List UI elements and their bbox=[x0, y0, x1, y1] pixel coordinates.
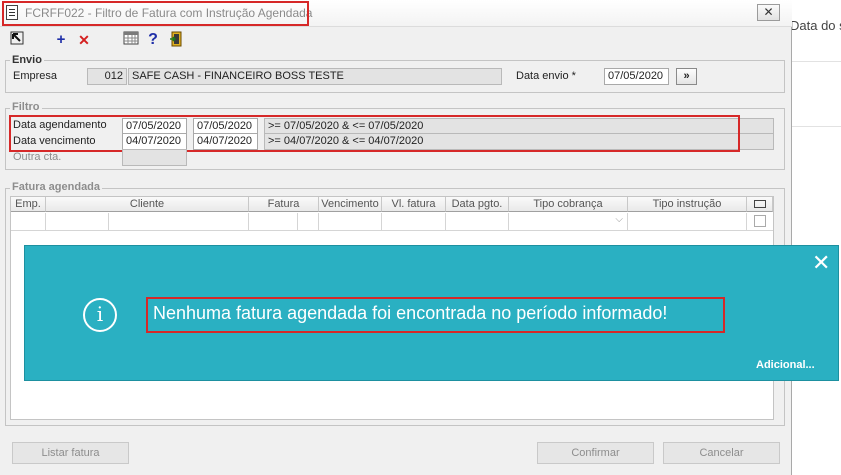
column-header-tipo-cobranca[interactable]: Tipo cobrança bbox=[509, 197, 628, 212]
grid-cell-cliente-code[interactable] bbox=[46, 213, 109, 231]
title-bar[interactable]: FCRFF022 - Filtro de Fatura com Instruçã… bbox=[0, 0, 792, 27]
cursor-icon[interactable] bbox=[8, 31, 26, 49]
grid-cell-tipo-instrucao[interactable] bbox=[628, 213, 747, 231]
column-header-cliente[interactable]: Cliente bbox=[46, 197, 249, 212]
envio-group-label: Envio bbox=[10, 54, 44, 66]
data-envio-label: Data envio * bbox=[516, 70, 576, 82]
column-header-vencimento[interactable]: Vencimento bbox=[319, 197, 382, 212]
delete-icon[interactable]: ✕ bbox=[75, 31, 93, 49]
help-icon[interactable]: ? bbox=[144, 31, 162, 49]
chevron-down-icon[interactable]: ⌵ bbox=[615, 214, 623, 225]
filter-highlight-box bbox=[9, 115, 740, 152]
grid-cell-data-pgto[interactable] bbox=[446, 213, 509, 231]
outra-cta-label: Outra cta. bbox=[13, 151, 62, 163]
empresa-code-field: 012 bbox=[87, 68, 127, 85]
background-divider bbox=[792, 126, 841, 127]
close-icon[interactable]: ✕ bbox=[812, 252, 830, 274]
confirmar-button[interactable]: Confirmar bbox=[537, 442, 654, 464]
column-header-emp[interactable]: Emp. bbox=[11, 197, 46, 212]
select-all-icon bbox=[753, 200, 766, 208]
column-header-vl-fatura[interactable]: Vl. fatura bbox=[382, 197, 446, 212]
grid-cell-fatura-seq[interactable] bbox=[298, 213, 319, 231]
grid-cell-vencimento[interactable] bbox=[319, 213, 382, 231]
row-checkbox[interactable] bbox=[754, 215, 766, 227]
column-header-tipo-instrucao[interactable]: Tipo instrução bbox=[628, 197, 747, 212]
empresa-name-field: SAFE CASH - FINANCEIRO BOSS TESTE bbox=[128, 68, 502, 85]
dialog-window: FCRFF022 - Filtro de Fatura com Instruçã… bbox=[0, 0, 792, 475]
column-header-data-pgto[interactable]: Data pgto. bbox=[446, 197, 509, 212]
grid-cell-cliente-name[interactable] bbox=[109, 213, 249, 231]
message-highlight-box bbox=[146, 297, 725, 333]
title-highlight-box bbox=[2, 1, 309, 26]
grid-cell-emp[interactable] bbox=[11, 213, 46, 231]
grid-cell-tipo-cobranca[interactable]: ⌵ bbox=[509, 213, 628, 231]
additional-link[interactable]: Adicional... bbox=[756, 359, 815, 371]
background-app-text: Data do s bbox=[790, 18, 841, 33]
next-button[interactable]: » bbox=[676, 68, 697, 85]
column-header-fatura[interactable]: Fatura bbox=[249, 197, 319, 212]
background-divider bbox=[792, 61, 841, 62]
data-envio-input[interactable]: 07/05/2020 bbox=[604, 68, 669, 85]
background-app: Data do s bbox=[790, 0, 841, 475]
grid-cell-vl-fatura[interactable] bbox=[382, 213, 446, 231]
toolbar: + ✕ ? bbox=[0, 28, 792, 54]
grid-cell-fatura[interactable] bbox=[249, 213, 298, 231]
add-icon[interactable]: + bbox=[52, 31, 70, 49]
notification-toast: ✕ i Nenhuma fatura agendada foi encontra… bbox=[24, 245, 839, 381]
filtro-group-label: Filtro bbox=[10, 101, 42, 113]
grid-cell-select[interactable] bbox=[747, 213, 773, 231]
listar-fatura-button[interactable]: Listar fatura bbox=[12, 442, 129, 464]
cancelar-button[interactable]: Cancelar bbox=[663, 442, 780, 464]
info-icon: i bbox=[83, 298, 117, 332]
calendar-icon[interactable] bbox=[122, 31, 140, 49]
exit-icon[interactable] bbox=[168, 31, 186, 49]
empresa-label: Empresa bbox=[13, 70, 58, 82]
fatura-agendada-group-label: Fatura agendada bbox=[10, 181, 103, 193]
window-close-button[interactable]: ✕ bbox=[757, 4, 780, 21]
outra-cta-field bbox=[122, 149, 187, 166]
column-header-select[interactable] bbox=[747, 197, 773, 212]
